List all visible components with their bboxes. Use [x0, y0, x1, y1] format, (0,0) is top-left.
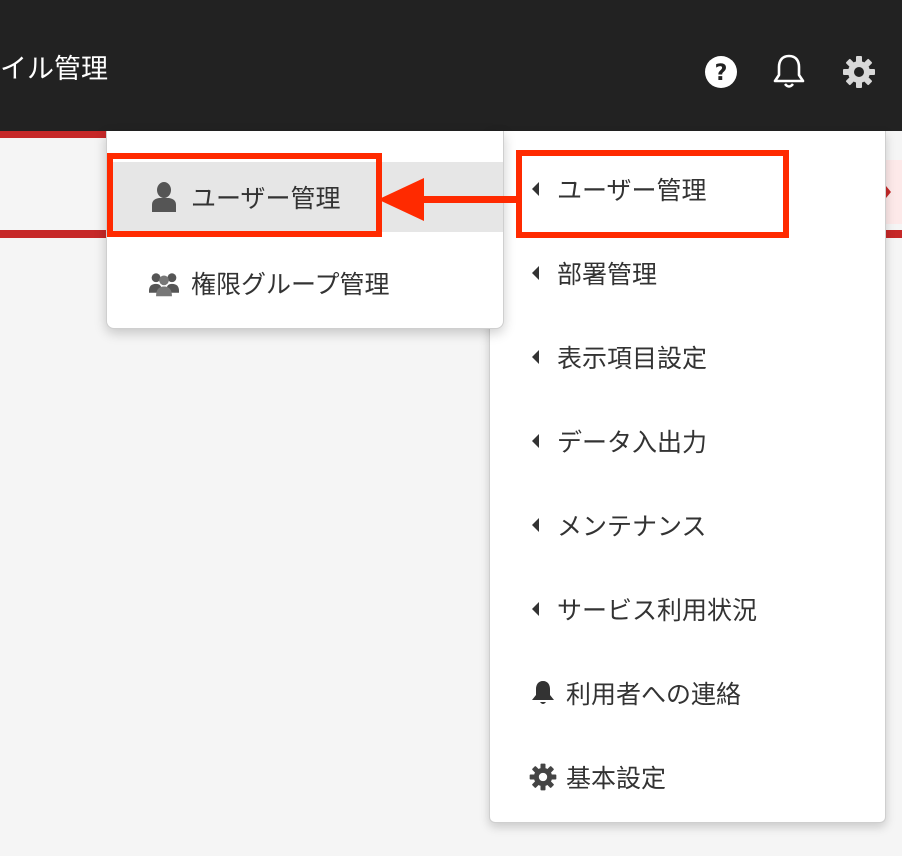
submenu-item-label: ユーザー管理 — [191, 184, 341, 213]
menu-item-service-usage[interactable]: サービス利用状況 — [490, 567, 885, 651]
menu-item-label: サービス利用状況 — [557, 596, 758, 625]
menu-item-user-notice[interactable]: 利用者への連絡 — [490, 651, 885, 735]
menu-item-label: メンテナンス — [557, 512, 707, 541]
menu-item-user-management[interactable]: ユーザー管理 — [490, 147, 885, 231]
top-header: イル管理 ? — [0, 0, 902, 131]
gear-icon[interactable] — [841, 52, 877, 92]
menu-item-basic-settings[interactable]: 基本設定 — [490, 735, 885, 819]
caret-left-icon — [532, 182, 539, 196]
caret-left-icon — [532, 602, 539, 616]
submenu-item-permission-groups[interactable]: 権限グループ管理 — [107, 248, 503, 318]
submenu-item-user-management[interactable]: ユーザー管理 — [107, 162, 503, 232]
menu-item-label: データ入出力 — [557, 428, 708, 457]
menu-item-label: 基本設定 — [566, 764, 667, 793]
caret-left-icon — [532, 266, 539, 280]
menu-item-label: 利用者への連絡 — [566, 680, 742, 709]
bell-icon[interactable] — [771, 52, 807, 92]
menu-item-data-io[interactable]: データ入出力 — [490, 399, 885, 483]
settings-dropdown-menu: ユーザー管理 部署管理 表示項目設定 データ入出力 メンテナンス サービス利用状… — [489, 131, 886, 823]
menu-item-label: 表示項目設定 — [557, 344, 708, 373]
gear-icon — [528, 762, 558, 792]
menu-item-label: 部署管理 — [557, 260, 658, 289]
help-icon[interactable]: ? — [703, 52, 739, 92]
svg-text:?: ? — [715, 61, 728, 86]
page-title: イル管理 — [0, 54, 108, 85]
caret-left-icon — [532, 350, 539, 364]
menu-item-department-management[interactable]: 部署管理 — [490, 231, 885, 315]
submenu-item-label: 権限グループ管理 — [191, 270, 390, 299]
menu-item-display-settings[interactable]: 表示項目設定 — [490, 315, 885, 399]
user-icon — [149, 181, 179, 213]
user-group-icon — [149, 267, 179, 299]
menu-item-label: ユーザー管理 — [557, 176, 707, 205]
caret-left-icon — [532, 434, 539, 448]
menu-item-maintenance[interactable]: メンテナンス — [490, 483, 885, 567]
caret-left-icon — [532, 518, 539, 532]
bell-icon — [528, 678, 558, 708]
user-submenu: ユーザー管理 権限グループ管理 — [106, 131, 504, 329]
